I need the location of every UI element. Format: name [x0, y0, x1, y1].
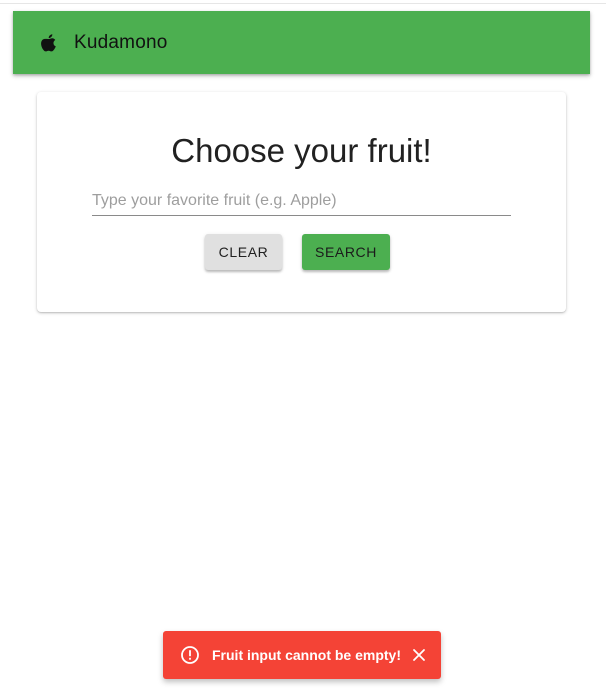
app-bar: Kudamono	[13, 11, 590, 74]
fruit-search-card: Choose your fruit! CLEAR SEARCH	[37, 92, 566, 312]
fruit-input[interactable]	[92, 187, 511, 216]
window-top-border	[0, 3, 606, 4]
clear-button[interactable]: CLEAR	[205, 234, 282, 270]
page-title: Choose your fruit!	[171, 132, 432, 169]
error-snackbar: Fruit input cannot be empty!	[163, 631, 441, 679]
app-title: Kudamono	[74, 31, 168, 53]
apple-icon	[40, 33, 58, 53]
snackbar-message: Fruit input cannot be empty!	[212, 647, 401, 663]
search-button[interactable]: SEARCH	[302, 234, 390, 270]
close-icon[interactable]	[411, 647, 427, 663]
alert-circle-icon	[180, 645, 200, 665]
